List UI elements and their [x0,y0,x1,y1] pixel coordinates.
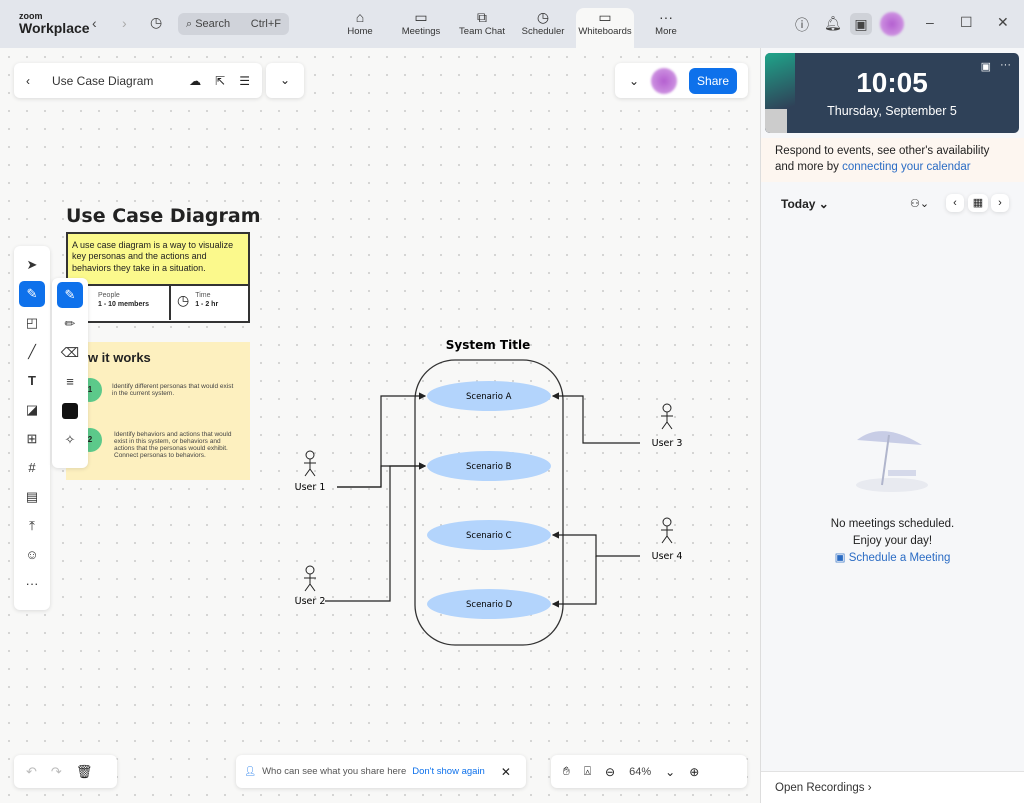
zoom-out-icon[interactable]: ⊖ [605,765,615,779]
help-icon[interactable]: ⓘ [795,15,809,35]
actor-icon[interactable] [304,565,316,592]
prev-day-button[interactable]: ‹ [946,194,964,212]
use-case-label: Scenario A [466,392,512,402]
notice-text: Who can see what you share here [262,766,407,777]
actor-label: User 3 [652,438,683,449]
locate-icon[interactable]: ⍓ [584,764,591,779]
clock-banner: ▣ ··· 10:05 Thursday, September 5 [765,53,1019,133]
undo-icon[interactable]: ↶ [26,764,37,780]
calendar-filter-icon[interactable]: ⚇⌄ [910,197,929,210]
trash-icon[interactable]: 🗑︎ [76,764,93,780]
bell-icon[interactable]: 🔔︎ [824,15,842,32]
connector[interactable] [551,531,640,557]
clock-date: Thursday, September 5 [827,104,957,118]
actor-label: User 2 [295,596,326,607]
chevron-down-icon: ⌄ [818,197,829,211]
next-day-button[interactable]: › [991,194,1009,212]
user-avatar[interactable] [880,12,904,36]
share-notice: 👤︎ Who can see what you share here Don't… [236,755,526,788]
zoom-level[interactable]: 64% [629,766,651,778]
connector[interactable] [325,462,427,602]
zoom-bar: ✋︎ ⍓ ⊖ 64% ⌄ ⊕ [551,755,747,788]
maximize-icon[interactable]: ☐ [960,14,973,31]
visibility-icon: 👤︎ [244,766,257,777]
actor-icon[interactable] [304,450,316,477]
today-label: Today [781,197,816,211]
zoom-in-icon[interactable]: ⊕ [689,765,699,779]
clock-time: 10:05 [856,67,928,98]
calendar-icon: ▣ [834,552,849,564]
history-bar: ↶ ↷ 🗑︎ [14,755,117,788]
empty-title: No meetings scheduled. [830,518,955,530]
empty-state: No meetings scheduled. Enjoy your day! ▣… [761,516,1024,567]
actor-icon[interactable] [661,403,673,430]
chevron-right-icon: › [867,782,872,794]
use-case-label: Scenario C [466,531,512,541]
dont-show-again-link[interactable]: Don't show again [412,766,485,777]
recordings-label: Open Recordings [775,782,865,794]
close-icon[interactable]: ✕ [997,14,1009,31]
connectors [325,392,640,608]
use-case-label: Scenario B [466,462,512,472]
connector[interactable] [551,392,640,444]
schedule-meeting-link[interactable]: ▣ Schedule a Meeting [761,550,1024,567]
system-title: System Title [446,338,530,352]
connector[interactable] [337,462,427,488]
actor-icon[interactable] [661,517,673,544]
actor-label: User 4 [652,551,683,562]
hand-icon[interactable]: ✋︎ [563,764,570,779]
actor-label: User 1 [295,482,326,493]
use-case-diagram[interactable]: System Title Scenario A Scenario B Scenari… [0,0,760,803]
redo-icon[interactable]: ↷ [51,764,62,780]
connector[interactable] [551,556,597,608]
beach-umbrella-illustration [856,431,928,492]
use-case-label: Scenario D [466,600,513,610]
calendar-app-icon[interactable]: ▣ [850,13,872,35]
chevron-down-icon[interactable]: ⌄ [665,765,675,779]
open-recordings-link[interactable]: Open Recordings › [761,771,1024,803]
close-icon[interactable]: ✕ [501,765,511,779]
today-dropdown[interactable]: Today ⌄ [781,197,829,211]
schedule-label: Schedule a Meeting [848,552,951,564]
empty-subtitle: Enjoy your day! [852,535,933,547]
minimize-icon[interactable]: – [926,14,934,30]
connect-calendar-prompt: Respond to events, see other's availabil… [761,138,1024,182]
calendar-picker-icon[interactable]: ▦ [968,194,988,212]
connect-calendar-link[interactable]: connecting your calendar [842,161,971,173]
